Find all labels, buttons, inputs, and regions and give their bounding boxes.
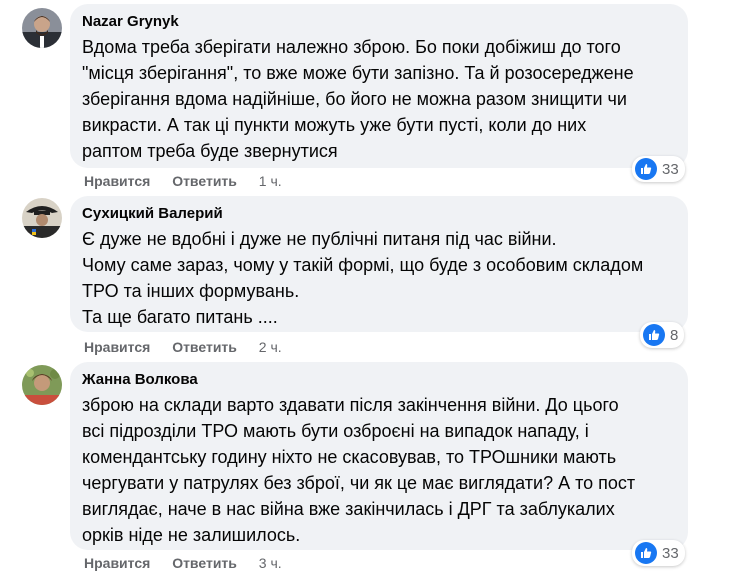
comment-text: Вдома треба зберігати належно зброю. Бо … <box>82 37 634 161</box>
avatar[interactable] <box>22 8 62 48</box>
like-count: 33 <box>662 160 679 178</box>
comment-bubble: Nazar Grynyk Вдома треба зберігати належ… <box>70 4 688 168</box>
comment-text: зброю на склади варто здавати після закі… <box>82 395 636 545</box>
timestamp[interactable]: 1 ч. <box>259 173 282 189</box>
comment-bubble: Жанна Волкова зброю на склади варто здав… <box>70 362 688 550</box>
like-button[interactable]: Нравится <box>84 339 150 355</box>
reaction-count[interactable]: 33 <box>632 156 685 182</box>
like-count: 8 <box>670 326 679 344</box>
reply-button[interactable]: Ответить <box>172 339 237 355</box>
reply-button[interactable]: Ответить <box>172 173 237 189</box>
like-button[interactable]: Нравится <box>84 555 150 571</box>
comment-actions: Нравится Ответить 1 ч. <box>84 172 282 190</box>
reaction-count[interactable]: 8 <box>640 322 685 348</box>
thumbs-up-icon <box>635 542 657 564</box>
timestamp[interactable]: 3 ч. <box>259 555 282 571</box>
comment-actions: Нравится Ответить 2 ч. <box>84 338 282 356</box>
reaction-count[interactable]: 33 <box>632 540 685 566</box>
like-button[interactable]: Нравится <box>84 173 150 189</box>
comment-author[interactable]: Сухицкий Валерий <box>82 204 676 224</box>
comment-author[interactable]: Nazar Grynyk <box>82 12 676 32</box>
comment-actions: Нравится Ответить 3 ч. <box>84 554 282 572</box>
avatar[interactable] <box>22 365 62 405</box>
comment-author[interactable]: Жанна Волкова <box>82 370 676 390</box>
reply-button[interactable]: Ответить <box>172 555 237 571</box>
comment-text: Є дуже не вдобні і дуже не публічні пита… <box>82 229 644 327</box>
comment-bubble: Сухицкий Валерий Є дуже не вдобні і дуже… <box>70 196 688 332</box>
thumbs-up-icon <box>635 158 657 180</box>
thumbs-up-icon <box>643 324 665 346</box>
timestamp[interactable]: 2 ч. <box>259 339 282 355</box>
like-count: 33 <box>662 544 679 562</box>
avatar[interactable] <box>22 198 62 238</box>
